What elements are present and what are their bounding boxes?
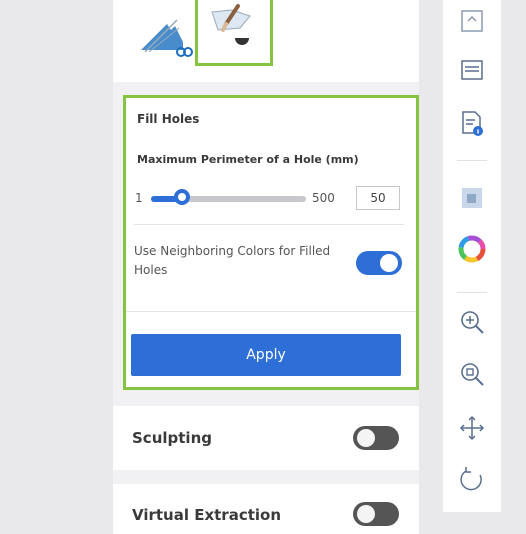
toggle-knob — [357, 429, 375, 447]
divider — [457, 160, 487, 161]
fill-holes-tool-b[interactable] — [195, 0, 273, 66]
grid-view-icon[interactable] — [457, 6, 487, 36]
perimeter-value-input[interactable]: 50 — [356, 186, 400, 210]
sculpting-label: Sculpting — [132, 429, 212, 447]
right-toolbar — [443, 0, 501, 512]
fill-holes-tool-a[interactable] — [137, 2, 195, 62]
virtual-extraction-toggle[interactable] — [353, 502, 399, 526]
fill-holes-card: Fill Holes Maximum Perimeter of a Hole (… — [123, 95, 419, 390]
color-wheel-icon[interactable] — [457, 234, 487, 264]
slider-max-label: 500 — [312, 191, 335, 205]
virtual-extraction-label: Virtual Extraction — [132, 506, 282, 524]
shaded-view-icon[interactable] — [457, 183, 487, 213]
toggle-knob — [380, 254, 398, 272]
toggle-knob — [357, 505, 375, 523]
slider-thumb[interactable] — [174, 189, 191, 205]
neighbor-colors-toggle[interactable] — [356, 251, 402, 275]
sculpting-toggle[interactable] — [353, 426, 399, 450]
divider — [134, 224, 404, 225]
mesh-fill-icon — [141, 19, 193, 57]
fill-holes-title: Fill Holes — [137, 112, 200, 126]
max-perimeter-label: Maximum Perimeter of a Hole (mm) — [137, 153, 359, 166]
zoom-fit-icon[interactable] — [457, 359, 487, 389]
layout-icon[interactable] — [457, 55, 487, 85]
brush-fill-icon — [211, 4, 251, 47]
slider-min-label: 1 — [135, 191, 143, 205]
divider — [457, 292, 487, 293]
rotate-icon[interactable] — [457, 464, 487, 494]
divider — [126, 311, 416, 312]
apply-button[interactable]: Apply — [131, 334, 401, 376]
zoom-in-icon[interactable] — [457, 307, 487, 337]
move-icon[interactable] — [457, 413, 487, 443]
sculpting-section: Sculpting — [113, 406, 419, 470]
neighbor-colors-label: Use Neighboring Colors for Filled Holes — [134, 244, 331, 277]
document-info-icon[interactable] — [457, 108, 487, 138]
